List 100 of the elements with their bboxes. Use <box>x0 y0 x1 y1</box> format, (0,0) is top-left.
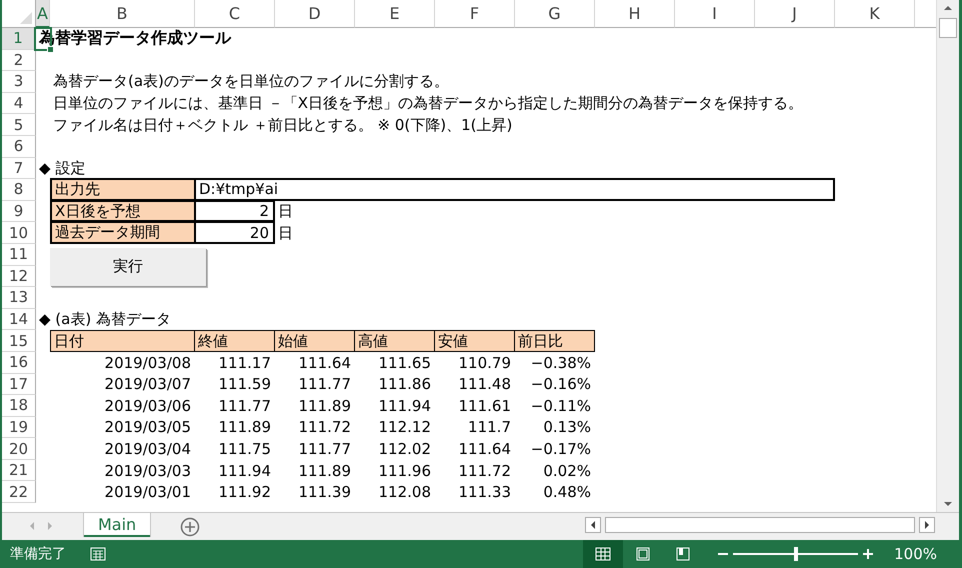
scrollbar-thumb[interactable] <box>939 18 957 38</box>
row-header[interactable]: 13 <box>2 287 36 309</box>
setting-field[interactable]: D:¥tmp¥ai <box>195 178 835 201</box>
row-header[interactable]: 6 <box>2 136 36 158</box>
table-cell-text: 2019/03/07 <box>104 374 192 396</box>
table-cell-text: 0.13% <box>542 417 592 438</box>
column-header[interactable]: C <box>195 0 275 28</box>
table-cell-text: 111.92 <box>218 482 272 504</box>
table-header: 高値 <box>355 330 435 352</box>
table-cell-text: 2019/03/06 <box>104 396 192 417</box>
run-button[interactable]: 実行 <box>50 248 206 286</box>
column-header[interactable]: I <box>675 0 755 28</box>
row-header[interactable]: 20 <box>2 438 36 460</box>
setting-field[interactable]: 2 <box>195 200 275 222</box>
column-header[interactable]: B <box>50 0 195 28</box>
normal-view-icon[interactable] <box>595 547 612 561</box>
table-cell-text: 111.94 <box>218 460 272 482</box>
row-header[interactable]: 17 <box>2 374 36 396</box>
row-header[interactable]: 11 <box>2 244 36 266</box>
table-cell-text: 2019/03/03 <box>104 460 192 482</box>
table-cell-text: 111.65 <box>378 352 432 374</box>
table-header: 前日比 <box>515 330 595 352</box>
row-header[interactable]: 14 <box>2 308 36 330</box>
zoom-thumb[interactable] <box>794 547 798 561</box>
table-cell-text: 111.72 <box>298 417 352 438</box>
column-header[interactable]: A <box>36 0 50 28</box>
macro-record-icon[interactable] <box>90 547 106 561</box>
row-header[interactable]: 16 <box>2 352 36 374</box>
view-button[interactable] <box>583 540 624 568</box>
table-cell-text: 111.61 <box>458 396 512 417</box>
row-header[interactable]: 18 <box>2 395 36 417</box>
row-header[interactable]: 9 <box>2 200 36 222</box>
table-cell-text: 111.89 <box>218 417 272 438</box>
table-cell-text: 111.48 <box>458 374 512 396</box>
unit-label: 日 <box>277 201 294 222</box>
section-heading: ◆ (a表) 為替データ <box>38 309 172 330</box>
row-header[interactable]: 15 <box>2 330 36 352</box>
horizontal-scrollbar[interactable] <box>605 517 915 533</box>
unit-label: 日 <box>277 222 294 244</box>
table-cell-text: 111.94 <box>378 396 432 417</box>
zoom-in-icon[interactable] <box>862 548 874 560</box>
column-header[interactable]: F <box>435 0 515 28</box>
table-cell-text: 111.39 <box>298 482 352 504</box>
column-header[interactable]: D <box>275 0 355 28</box>
page-break-icon[interactable] <box>675 547 692 561</box>
table-cell-text: 111.33 <box>458 482 512 504</box>
table-header: 日付 <box>50 330 195 352</box>
table-header: 始値 <box>275 330 355 352</box>
setting-field[interactable]: 20 <box>195 221 275 244</box>
row-header[interactable]: 5 <box>2 114 36 136</box>
row-header[interactable]: 3 <box>2 71 36 93</box>
column-header[interactable]: E <box>355 0 435 28</box>
row-header[interactable]: 19 <box>2 416 36 438</box>
table-cell-text: −0.17% <box>530 439 592 460</box>
table-cell-text: 111.64 <box>458 439 512 460</box>
sheet-tab[interactable]: Main <box>84 513 150 537</box>
fill-handle[interactable] <box>47 46 54 53</box>
column-header[interactable]: J <box>755 0 835 28</box>
column-header[interactable]: K <box>835 0 915 28</box>
table-cell-text: 2019/03/01 <box>104 482 192 504</box>
setting-label: 過去データ期間 <box>50 221 195 244</box>
row-header[interactable]: 22 <box>2 481 36 504</box>
row-header[interactable]: 1 <box>2 28 36 50</box>
table-header: 安値 <box>435 330 515 352</box>
table-cell-text: 111.89 <box>298 460 352 482</box>
table-cell-text: 112.02 <box>378 439 432 460</box>
table-cell-text: −0.16% <box>530 374 592 396</box>
table-cell-text: 111.7 <box>467 417 512 438</box>
zoom-reading[interactable]: 100% <box>894 545 937 563</box>
table-cell-text: 111.86 <box>378 374 432 396</box>
status-text: 準備完了 <box>10 545 66 563</box>
setting-label: X日後を予想 <box>50 200 195 222</box>
table-cell-text: 111.59 <box>218 374 272 396</box>
row-header[interactable]: 10 <box>2 222 36 244</box>
table-cell-text: 111.77 <box>298 439 352 460</box>
table-cell-text: −0.11% <box>530 396 592 417</box>
row-header[interactable]: 21 <box>2 460 36 482</box>
scroll-right-icon[interactable] <box>919 517 935 533</box>
table-cell-text: 111.96 <box>378 460 432 482</box>
row-header[interactable]: 4 <box>2 92 36 114</box>
scroll-left-icon[interactable] <box>585 517 601 533</box>
description-text: 為替データ(a表)のデータを日単位のファイルに分割する。 <box>52 71 450 92</box>
table-cell-text: 111.64 <box>298 352 352 374</box>
setting-label: 出力先 <box>50 178 195 201</box>
page-layout-icon[interactable] <box>635 547 652 561</box>
column-header[interactable]: H <box>595 0 675 28</box>
table-cell-text: 0.02% <box>542 460 592 482</box>
row-header[interactable]: 8 <box>2 179 36 201</box>
table-cell-text: 111.77 <box>218 396 272 417</box>
row-header[interactable]: 2 <box>2 50 36 72</box>
table-header: 終値 <box>195 330 275 352</box>
add-sheet-icon[interactable] <box>180 517 200 537</box>
table-cell-text: 2019/03/04 <box>104 439 192 460</box>
table-cell-text: 112.08 <box>378 482 432 504</box>
row-header[interactable]: 12 <box>2 266 36 288</box>
table-cell-text: 110.79 <box>458 352 512 374</box>
table-cell-text: 112.12 <box>378 417 432 438</box>
table-cell-text: 2019/03/08 <box>104 352 192 374</box>
column-header[interactable]: G <box>515 0 595 28</box>
row-header[interactable]: 7 <box>2 158 36 180</box>
